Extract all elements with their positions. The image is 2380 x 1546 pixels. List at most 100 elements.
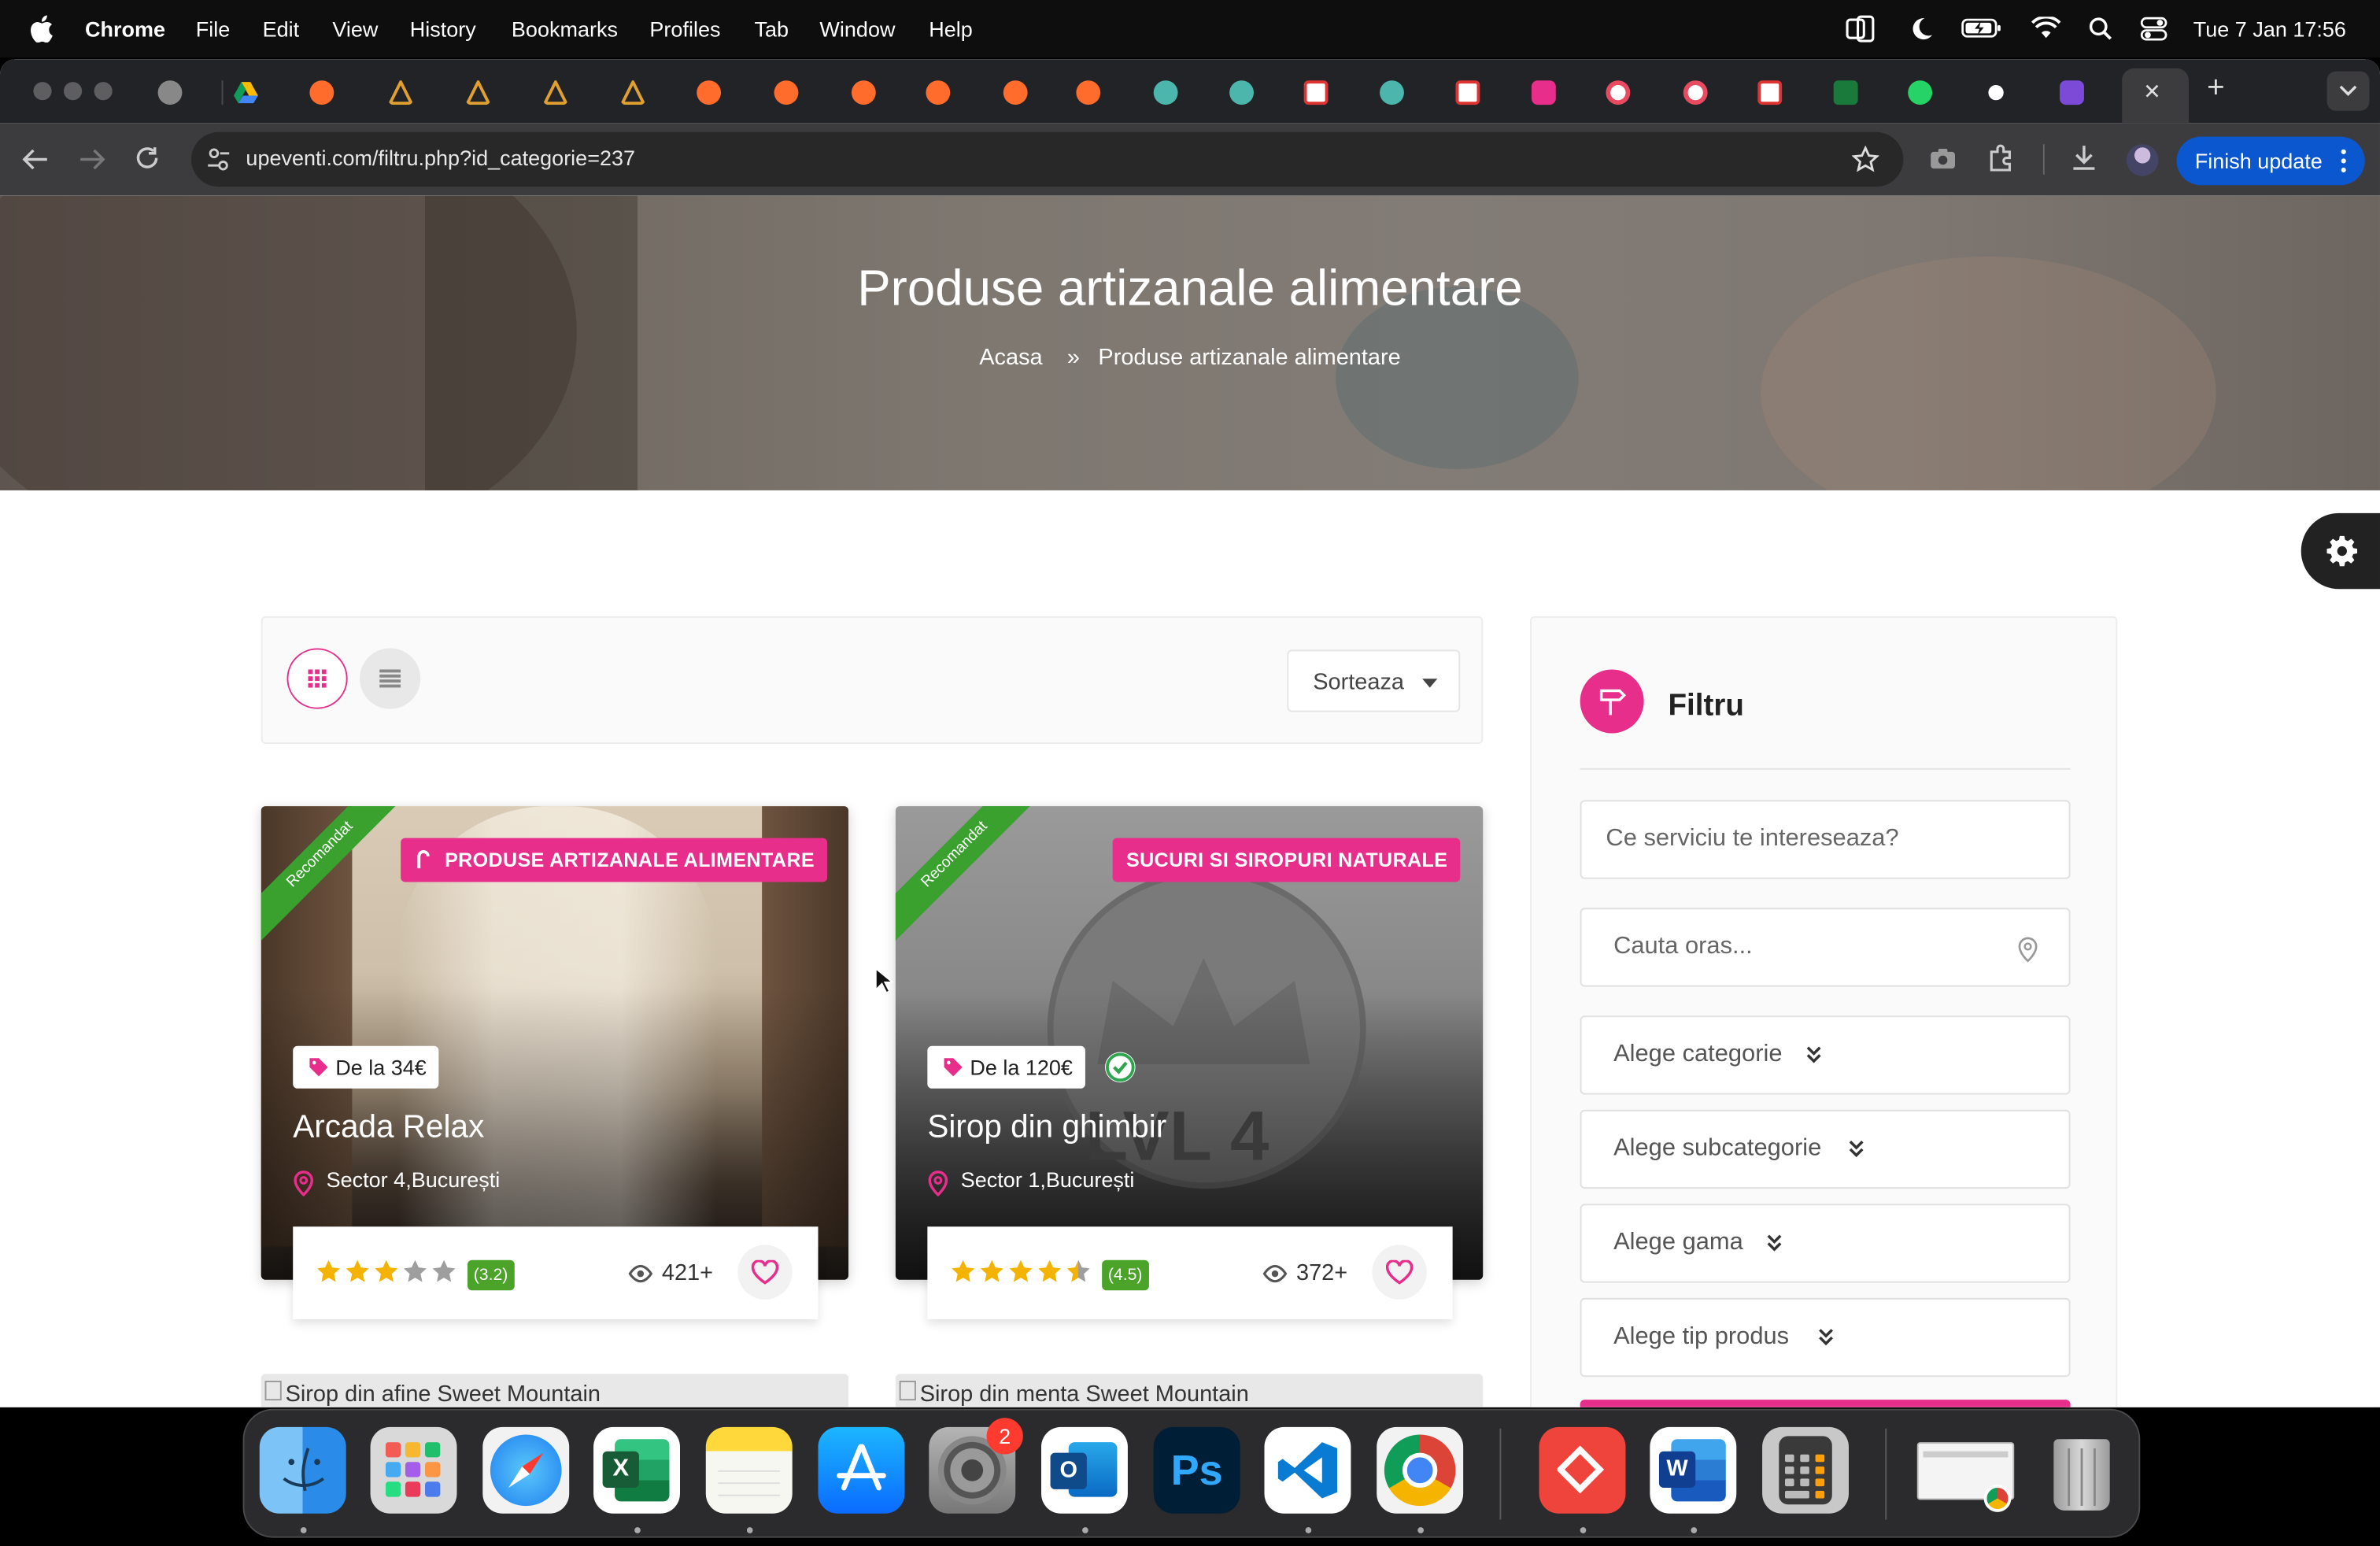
browser-tab[interactable] — [224, 73, 298, 109]
address-bar[interactable]: upeventi.com/filtru.php?id_categorie=237 — [190, 131, 1904, 187]
product-type-select[interactable]: Alege tip produs — [1580, 1297, 2071, 1378]
browser-tab[interactable] — [149, 73, 222, 109]
battery-icon[interactable] — [1961, 17, 2004, 39]
browser-tab[interactable] — [994, 73, 1067, 109]
forward-arrow-icon[interactable] — [79, 147, 106, 172]
browser-tab[interactable] — [1144, 73, 1218, 109]
app-store-icon[interactable] — [818, 1426, 905, 1514]
control-center-icon[interactable] — [2140, 17, 2168, 41]
browser-tab[interactable] — [688, 73, 761, 109]
browser-tab[interactable] — [1749, 73, 1822, 109]
site-settings-icon[interactable] — [206, 147, 231, 172]
wifi-icon[interactable] — [2031, 17, 2061, 39]
photoshop-icon[interactable]: Ps — [1153, 1426, 1240, 1514]
browser-tab[interactable] — [1067, 73, 1140, 109]
back-arrow-icon[interactable] — [21, 147, 49, 172]
chrome-icon[interactable] — [1377, 1426, 1464, 1514]
extensions-icon[interactable] — [1986, 144, 2014, 172]
anydesk-icon[interactable] — [1539, 1426, 1626, 1514]
menu-profiles[interactable]: Profiles — [649, 17, 720, 41]
browser-tab[interactable] — [765, 73, 838, 109]
window-zoom-button[interactable] — [94, 82, 113, 101]
city-search-input[interactable] — [1581, 909, 2069, 986]
browser-tab[interactable] — [1597, 73, 1670, 109]
menu-history[interactable]: History — [410, 17, 476, 41]
camera-icon[interactable] — [1929, 147, 1957, 170]
download-icon[interactable] — [2071, 144, 2098, 172]
browser-tab[interactable] — [1824, 73, 1898, 109]
menubar-clock[interactable]: Tue 7 Jan 17:56 — [2193, 17, 2346, 41]
active-tab[interactable]: ✕ — [2122, 68, 2189, 124]
excel-icon[interactable]: X — [593, 1426, 680, 1514]
reload-icon[interactable] — [135, 146, 161, 172]
new-tab-button[interactable]: + — [2207, 72, 2225, 106]
browser-tab[interactable] — [1447, 73, 1520, 109]
card-title[interactable]: Arcada Relax — [293, 1110, 484, 1146]
subcategory-select[interactable]: Alege subcategorie — [1580, 1109, 2071, 1189]
category-badge[interactable]: PRODUSE ARTIZANALE ALIMENTARE — [401, 838, 827, 882]
browser-tab[interactable] — [842, 73, 915, 109]
notes-icon[interactable] — [705, 1426, 793, 1514]
service-search-input[interactable] — [1581, 801, 2069, 878]
window-minimize-button[interactable] — [63, 82, 83, 101]
browser-tab[interactable] — [1975, 73, 2048, 109]
favorite-button[interactable] — [737, 1245, 793, 1300]
preview-window-icon[interactable] — [1914, 1427, 2017, 1514]
browser-tab[interactable] — [2050, 73, 2123, 109]
outlook-status-icon[interactable] — [1846, 15, 1875, 43]
menu-help[interactable]: Help — [929, 17, 973, 41]
menubar-app-name[interactable]: Chrome — [85, 17, 165, 41]
window-close-button[interactable] — [33, 82, 52, 101]
browser-tab[interactable] — [1295, 73, 1368, 109]
range-select[interactable]: Alege gama — [1580, 1204, 2071, 1283]
profile-avatar[interactable] — [2126, 144, 2159, 176]
calculator-icon[interactable] — [1762, 1426, 1849, 1514]
word-icon[interactable]: W — [1650, 1426, 1737, 1514]
breadcrumb-home-link[interactable]: Acasa — [979, 345, 1042, 371]
favorite-button[interactable] — [1372, 1245, 1427, 1300]
city-search-field[interactable] — [1580, 908, 2071, 987]
close-tab-icon[interactable]: ✕ — [2143, 79, 2161, 105]
browser-tab[interactable] — [1899, 73, 1972, 109]
apple-icon[interactable] — [31, 15, 54, 43]
listing-card[interactable]: Sirop din afine Sweet Mountain — [261, 1374, 849, 1407]
menu-bookmarks[interactable]: Bookmarks — [512, 17, 618, 41]
card-title[interactable]: Sirop din ghimbir — [927, 1110, 1166, 1146]
category-select[interactable]: Alege categorie — [1580, 1015, 2071, 1095]
service-search-field[interactable] — [1580, 800, 2071, 879]
system-settings-icon[interactable]: 2 — [929, 1418, 1023, 1514]
browser-tab[interactable] — [534, 73, 608, 109]
tab-search-button[interactable] — [2326, 71, 2370, 111]
bookmark-star-icon[interactable] — [1851, 146, 1879, 173]
outlook-icon[interactable]: O — [1040, 1426, 1128, 1514]
menu-edit[interactable]: Edit — [263, 17, 300, 41]
spotlight-search-icon[interactable] — [2089, 17, 2113, 41]
menu-tab[interactable]: Tab — [754, 17, 789, 41]
safari-icon[interactable] — [482, 1426, 570, 1514]
menu-window[interactable]: Window — [819, 17, 895, 41]
listing-card[interactable]: Recomandat PRODUSE ARTIZANALE ALIMENTARE… — [261, 806, 849, 1280]
moon-icon[interactable] — [1908, 15, 1934, 41]
browser-tab[interactable] — [1370, 73, 1443, 109]
trash-icon[interactable] — [2038, 1427, 2125, 1514]
category-badge[interactable]: SUCURI SI SIROPURI NATURALE — [1112, 838, 1460, 882]
browser-tab[interactable] — [1522, 73, 1595, 109]
menu-file[interactable]: File — [196, 17, 231, 41]
grid-view-button[interactable] — [286, 648, 348, 709]
finder-icon[interactable] — [259, 1426, 346, 1514]
url-text[interactable]: upeventi.com/filtru.php?id_categorie=237 — [246, 146, 635, 170]
list-view-button[interactable] — [360, 648, 421, 709]
browser-tab[interactable] — [1221, 73, 1294, 109]
finish-update-button[interactable]: Finish update — [2176, 136, 2365, 186]
browser-tab[interactable] — [612, 73, 685, 109]
settings-panel-toggle[interactable] — [2301, 512, 2380, 590]
menu-view[interactable]: View — [332, 17, 378, 41]
vscode-icon[interactable] — [1264, 1426, 1351, 1514]
browser-tab[interactable] — [456, 73, 530, 109]
launchpad-icon[interactable] — [370, 1426, 457, 1514]
browser-tab[interactable] — [1674, 73, 1747, 109]
browser-tab[interactable] — [379, 73, 453, 109]
browser-tab[interactable] — [301, 73, 374, 109]
listing-card[interactable]: Sirop din menta Sweet Mountain — [895, 1374, 1484, 1407]
listing-card[interactable]: LVL 4 Recomandat SUCURI SI SIROPURI NATU… — [895, 806, 1484, 1280]
